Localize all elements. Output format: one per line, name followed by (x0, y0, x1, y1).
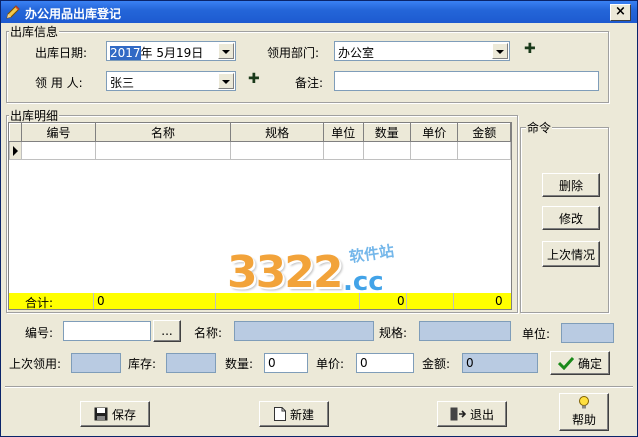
delete-button[interactable]: 删除 (542, 173, 600, 197)
code-input[interactable] (63, 321, 151, 341)
floppy-disk-icon (94, 407, 108, 421)
dept-value: 办公室 (338, 46, 375, 60)
table-header: 编号 名称 规格 单位 数量 单价 金额 (8, 123, 511, 142)
date-year: 2017 (110, 46, 141, 60)
dept-combo[interactable]: 办公室 (334, 41, 510, 61)
row-indicator (8, 141, 23, 160)
unit-field (561, 323, 614, 343)
table-cell[interactable] (362, 141, 411, 160)
stock-field (166, 353, 216, 373)
table-cell[interactable] (94, 141, 232, 160)
chevron-down-icon[interactable] (492, 43, 508, 59)
price-input[interactable]: 0 (356, 353, 414, 373)
exit-door-icon (450, 407, 466, 421)
row-indicator-header (8, 123, 23, 142)
sum-qty-left: 0 (97, 294, 105, 308)
help-label: 帮助 (571, 413, 596, 427)
current-row-arrow-icon (13, 145, 18, 156)
qty-label: 数量: (225, 357, 254, 371)
main-window: 办公用品出库登记 × 出库信息 出库日期: 2017年 5月19日 领用部门: … (0, 0, 638, 437)
add-user-icon[interactable]: ✚ (248, 71, 260, 87)
title-bar[interactable]: 办公用品出库登记 × (1, 1, 637, 23)
amount-label: 金额: (422, 357, 451, 371)
table-row[interactable] (8, 141, 511, 160)
last-use-field (71, 353, 121, 373)
edit-button[interactable]: 修改 (542, 206, 600, 230)
lightbulb-icon (579, 396, 589, 409)
name-field (234, 321, 374, 341)
sum-qty: 0 (397, 294, 405, 308)
stock-label: 库存: (128, 357, 157, 371)
last-use-label: 上次领用: (9, 357, 62, 371)
table-cell[interactable] (230, 141, 325, 160)
date-label: 出库日期: (35, 46, 88, 60)
exit-label: 退出 (469, 407, 494, 422)
spec-field (419, 321, 511, 341)
window-title: 办公用品出库登记 (25, 7, 122, 21)
pencil-icon (6, 5, 20, 19)
info-group-title: 出库信息 (9, 23, 60, 40)
column-header[interactable]: 编号 (21, 123, 96, 142)
column-header[interactable]: 单位 (323, 123, 364, 142)
chevron-down-icon[interactable] (218, 43, 234, 59)
command-group-title: 命令 (526, 119, 553, 136)
column-header[interactable]: 名称 (94, 123, 232, 142)
add-dept-icon[interactable]: ✚ (524, 41, 536, 57)
chevron-down-icon[interactable] (218, 73, 234, 89)
new-button[interactable]: 新建 (259, 401, 329, 427)
divider (453, 293, 454, 309)
browse-button[interactable]: ... (153, 320, 181, 342)
new-document-icon (273, 407, 286, 421)
user-value: 张三 (110, 76, 135, 90)
name-label: 名称: (194, 326, 223, 340)
save-button[interactable]: 保存 (80, 401, 150, 427)
last-status-button[interactable]: 上次情况 (542, 241, 600, 267)
help-button[interactable]: 帮助 (559, 393, 609, 431)
confirm-button[interactable]: 确定 (550, 351, 610, 375)
date-rest: 年 5月19日 (140, 46, 204, 60)
sum-label: 合计: (25, 296, 54, 310)
unit-label: 单位: (522, 327, 551, 341)
summary-row: 合计: 0 0 0 (9, 293, 511, 310)
table-cell[interactable] (323, 141, 364, 160)
sum-amount: 0 (495, 294, 503, 308)
confirm-label: 确定 (577, 356, 602, 371)
table-cell[interactable] (21, 141, 96, 160)
note-input[interactable] (334, 71, 599, 91)
divider (215, 293, 216, 309)
user-label: 领 用 人: (35, 76, 83, 90)
user-combo[interactable]: 张三 (106, 71, 236, 91)
price-label: 单价: (316, 357, 345, 371)
divider (406, 293, 407, 309)
separator-line (5, 386, 633, 388)
column-header[interactable]: 金额 (457, 123, 511, 142)
column-header[interactable]: 规格 (230, 123, 325, 142)
column-header[interactable]: 单价 (409, 123, 459, 142)
dept-label: 领用部门: (267, 46, 320, 60)
divider (359, 293, 360, 309)
exit-button[interactable]: 退出 (437, 401, 507, 427)
table-cell[interactable] (457, 141, 511, 160)
date-picker[interactable]: 2017年 5月19日 (106, 41, 236, 61)
close-button[interactable]: × (610, 4, 631, 21)
detail-table[interactable]: 编号 名称 规格 单位 数量 单价 金额 (8, 122, 512, 310)
checkmark-icon (557, 356, 574, 370)
table-cell[interactable] (409, 141, 459, 160)
new-label: 新建 (289, 407, 314, 422)
qty-input[interactable]: 0 (264, 353, 308, 373)
column-header[interactable]: 数量 (362, 123, 411, 142)
divider (93, 293, 94, 309)
code-label: 编号: (25, 326, 54, 340)
save-label: 保存 (111, 407, 136, 422)
spec-label: 规格: (379, 326, 408, 340)
amount-field: 0 (462, 353, 538, 373)
note-label: 备注: (295, 76, 324, 90)
info-group (6, 31, 609, 103)
